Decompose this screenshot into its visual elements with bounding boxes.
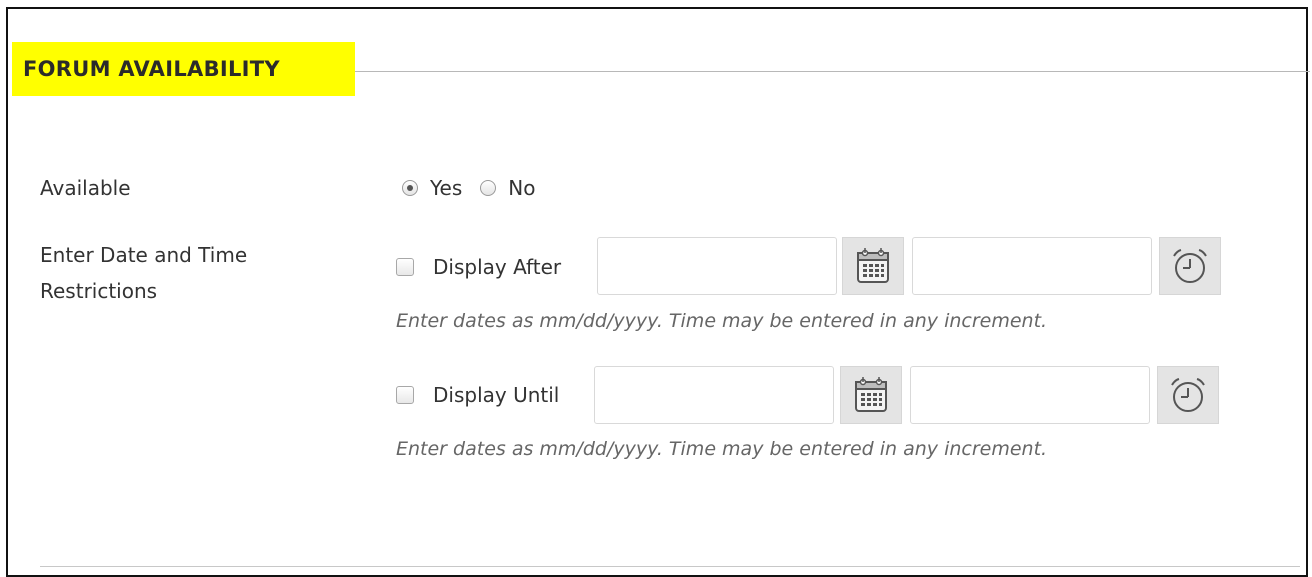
display-after-hint: Enter dates as mm/dd/yyyy. Time may be e… — [396, 310, 1048, 332]
available-no-radio[interactable] — [480, 180, 497, 196]
display-after-label[interactable]: Display After — [433, 249, 561, 285]
section-title-highlight: FORUM AVAILABILITY — [12, 42, 355, 96]
display-after-date-input[interactable] — [597, 237, 837, 295]
available-yes-label[interactable]: Yes — [430, 176, 462, 200]
display-until-time-input[interactable] — [910, 366, 1150, 424]
display-after-clock-button[interactable] — [1159, 237, 1221, 295]
display-after-time-input[interactable] — [912, 237, 1152, 295]
available-no-label[interactable]: No — [508, 176, 535, 200]
section-divider — [355, 71, 1310, 72]
calendar-icon — [857, 248, 889, 283]
calendar-icon — [855, 377, 887, 412]
section-header: FORUM AVAILABILITY — [12, 42, 1310, 96]
available-radio-group: Yes No — [402, 170, 554, 206]
section-title: FORUM AVAILABILITY — [23, 57, 280, 81]
display-until-clock-button[interactable] — [1157, 366, 1219, 424]
display-after-checkbox[interactable] — [396, 258, 414, 276]
available-label: Available — [40, 176, 131, 200]
display-until-hint: Enter dates as mm/dd/yyyy. Time may be e… — [396, 438, 1048, 460]
clock-icon — [1171, 378, 1205, 412]
date-time-restrictions-label: Enter Date and Time Restrictions — [40, 243, 248, 303]
display-until-checkbox[interactable] — [396, 386, 414, 404]
display-until-calendar-button[interactable] — [840, 366, 902, 424]
display-until-date-input[interactable] — [594, 366, 834, 424]
display-after-calendar-button[interactable] — [842, 237, 904, 295]
display-until-label[interactable]: Display Until — [433, 377, 559, 413]
bottom-divider — [40, 566, 1300, 567]
available-yes-radio[interactable] — [402, 180, 418, 196]
clock-icon — [1173, 249, 1207, 283]
